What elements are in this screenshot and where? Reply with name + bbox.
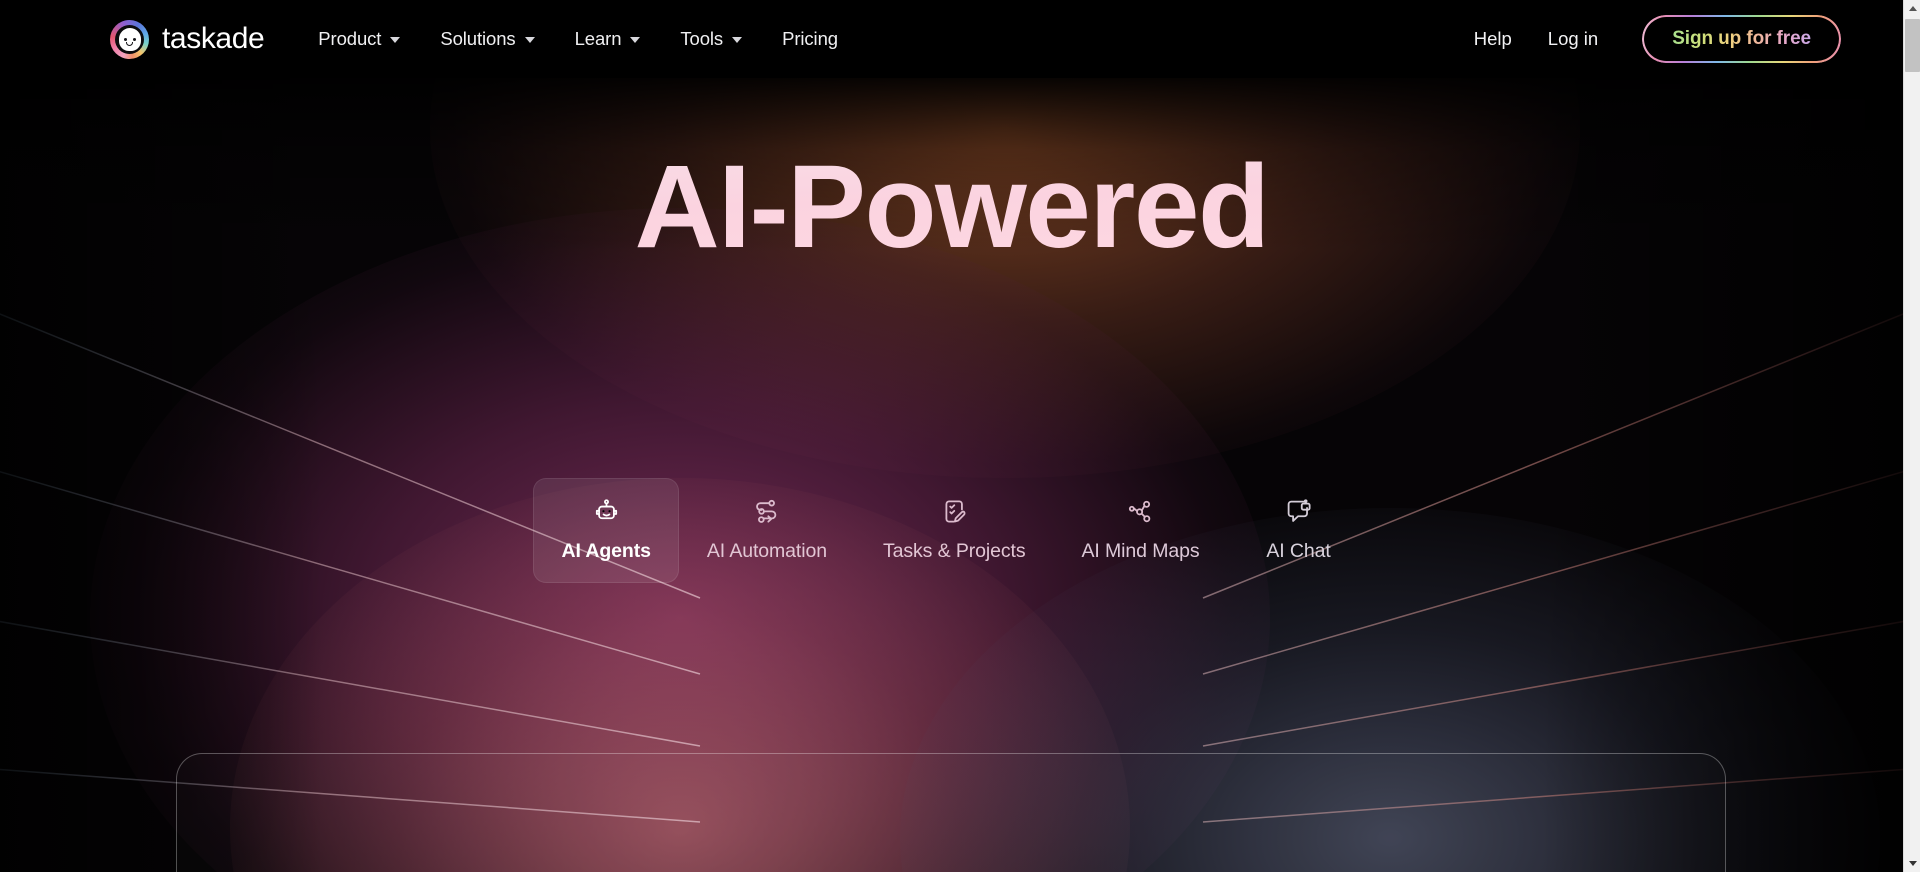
chat-robot-icon — [1284, 496, 1314, 526]
chevron-down-icon — [524, 37, 535, 43]
nav-item-learn[interactable]: Learn — [555, 20, 661, 58]
hero-tab-list: AI Agents AI Automation Tasks & Projects… — [0, 478, 1903, 583]
signup-button-label: Sign up for free — [1672, 28, 1811, 49]
scroll-up-arrow-glyph — [1908, 6, 1917, 11]
chevron-down-icon — [732, 37, 743, 43]
tab-label: AI Agents — [561, 540, 651, 562]
signup-button[interactable]: Sign up for free — [1642, 15, 1841, 63]
tab-ai-mind-maps[interactable]: AI Mind Maps — [1054, 478, 1228, 583]
tab-label: AI Chat — [1266, 540, 1331, 562]
nav-item-tools[interactable]: Tools — [660, 20, 762, 58]
nav-item-label: Solutions — [440, 28, 516, 49]
robot-icon — [591, 496, 621, 526]
brand-name: taskade — [162, 22, 265, 55]
nav-item-solutions[interactable]: Solutions — [420, 20, 554, 58]
scroll-down-arrow-glyph — [1908, 861, 1917, 866]
nav-item-label: Product — [318, 28, 382, 49]
nav-item-pricing[interactable]: Pricing — [762, 20, 858, 58]
hero-section: AI-Powered AI Agents AI Automation Tasks… — [0, 78, 1903, 872]
nav-item-label: Pricing — [782, 28, 838, 49]
tab-tasks-and-projects[interactable]: Tasks & Projects — [855, 478, 1054, 583]
brand-logo-link[interactable]: taskade — [110, 19, 265, 59]
logo-smile-shape — [126, 42, 133, 46]
workflow-icon — [752, 496, 782, 526]
nav-item-product[interactable]: Product — [298, 20, 420, 58]
chevron-down-icon — [630, 37, 641, 43]
tab-ai-automation[interactable]: AI Automation — [679, 478, 855, 583]
page-title: AI-Powered — [0, 146, 1903, 269]
tab-ai-chat[interactable]: AI Chat — [1228, 478, 1370, 583]
browser-viewport: taskade Product Solutions Learn Tools Pr… — [0, 0, 1920, 872]
nav-item-label: Tools — [680, 28, 724, 49]
checklist-edit-icon — [939, 496, 969, 526]
scroll-down-arrow-icon[interactable] — [1904, 855, 1920, 872]
primary-navigation: Product Solutions Learn Tools Pricing — [298, 20, 858, 58]
login-link[interactable]: Log in — [1530, 20, 1616, 58]
node-graph-icon — [1126, 496, 1156, 526]
hero-glow-warm — [430, 78, 1580, 478]
page-content: taskade Product Solutions Learn Tools Pr… — [0, 0, 1903, 872]
help-link[interactable]: Help — [1456, 20, 1530, 58]
vertical-scrollbar[interactable] — [1903, 0, 1920, 872]
secondary-navigation: Help Log in Sign up for free — [1456, 15, 1841, 63]
nav-item-label: Learn — [574, 28, 622, 49]
tab-ai-agents[interactable]: AI Agents — [533, 478, 679, 583]
tab-label: AI Mind Maps — [1081, 540, 1200, 562]
chevron-down-icon — [390, 37, 401, 43]
tab-label: Tasks & Projects — [882, 540, 1026, 562]
product-preview-card — [176, 753, 1726, 872]
site-header: taskade Product Solutions Learn Tools Pr… — [0, 0, 1903, 78]
scrollbar-thumb[interactable] — [1905, 19, 1920, 72]
logo-face-shape — [118, 27, 141, 51]
scroll-up-arrow-icon[interactable] — [1904, 0, 1920, 17]
tab-label: AI Automation — [706, 540, 827, 562]
taskade-logo-icon — [110, 19, 149, 59]
